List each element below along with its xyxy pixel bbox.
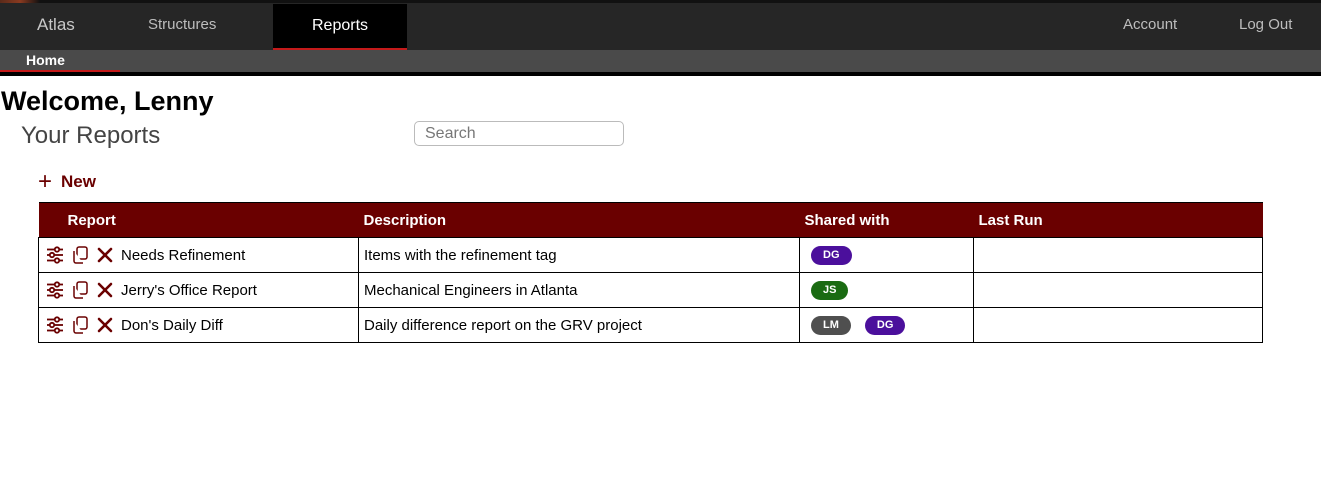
nav-account[interactable]: Account — [1123, 3, 1177, 50]
last-run-cell — [973, 272, 1263, 308]
report-description: Items with the refinement tag — [358, 237, 800, 273]
header-last-run: Last Run — [973, 202, 1263, 238]
header-description: Description — [358, 202, 800, 238]
nav-brand-atlas[interactable]: Atlas — [37, 3, 75, 50]
report-name[interactable]: Jerry's Office Report — [121, 282, 257, 299]
shared-with-cell: DG — [799, 237, 974, 273]
nav-reports-active[interactable]: Reports — [273, 4, 407, 51]
subnav-home[interactable]: Home — [26, 52, 65, 68]
nav-structures[interactable]: Structures — [148, 3, 216, 50]
search-input[interactable] — [414, 121, 624, 146]
header-shared-with: Shared with — [799, 202, 974, 238]
sliders-icon[interactable] — [44, 314, 66, 336]
new-report-button[interactable]: + New — [38, 168, 96, 195]
report-description: Mechanical Engineers in Atlanta — [358, 272, 800, 308]
plus-icon: + — [38, 168, 53, 195]
sub-nav-bar: Home — [0, 50, 1321, 73]
shared-with-cell: LM DG — [799, 307, 974, 343]
table-header-row: Report Description Shared with Last Run — [38, 202, 1263, 238]
top-nav-bar: Atlas Structures Reports Account Log Out — [0, 0, 1321, 51]
user-badge: DG — [864, 316, 906, 335]
last-run-cell — [973, 307, 1263, 343]
nav-reports-label: Reports — [311, 17, 369, 34]
section-title: Your Reports — [21, 122, 161, 149]
copy-icon[interactable] — [69, 314, 91, 336]
delete-x-icon[interactable] — [94, 314, 116, 336]
table-row: Jerry's Office Report Mechanical Enginee… — [38, 272, 1263, 308]
welcome-heading: Welcome, Lenny — [1, 86, 214, 116]
nav-logout[interactable]: Log Out — [1239, 3, 1292, 50]
delete-x-icon[interactable] — [94, 279, 116, 301]
delete-x-icon[interactable] — [94, 244, 116, 266]
last-run-cell — [973, 237, 1263, 273]
subnav-divider — [0, 72, 1321, 76]
sliders-icon[interactable] — [44, 279, 66, 301]
table-row: Don's Daily Diff Daily difference report… — [38, 307, 1263, 343]
header-report: Report — [38, 202, 359, 238]
new-report-label: New — [61, 172, 96, 191]
report-name[interactable]: Don's Daily Diff — [121, 317, 223, 334]
report-description: Daily difference report on the GRV proje… — [358, 307, 800, 343]
decorative-streak — [0, 0, 40, 3]
sliders-icon[interactable] — [44, 244, 66, 266]
reports-table: Report Description Shared with Last Run — [38, 202, 1263, 343]
table-row: Needs Refinement Items with the refineme… — [38, 237, 1263, 273]
shared-with-cell: JS — [799, 272, 974, 308]
user-badge: DG — [811, 246, 852, 265]
user-badge: JS — [811, 281, 849, 300]
user-badge: LM — [811, 316, 851, 335]
copy-icon[interactable] — [69, 279, 91, 301]
report-name[interactable]: Needs Refinement — [121, 247, 245, 264]
copy-icon[interactable] — [69, 244, 91, 266]
